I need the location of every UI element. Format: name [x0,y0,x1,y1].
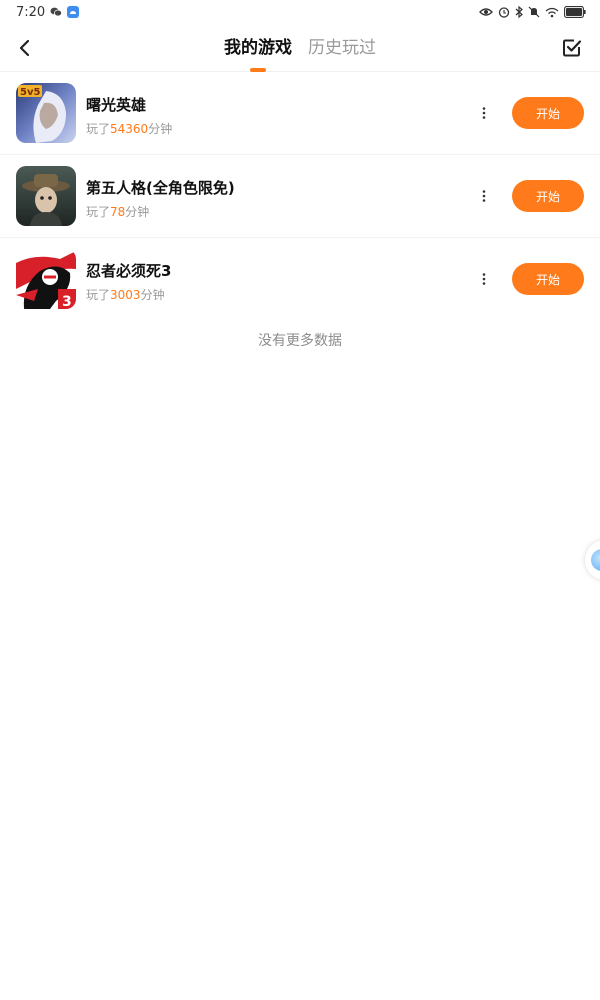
alarm-icon [498,6,510,18]
game-icon-ninja-must-die-3[interactable]: 3 [16,249,76,309]
more-vertical-icon [482,107,486,119]
bluetooth-icon [515,6,523,18]
play-time-prefix: 玩了 [86,288,111,302]
game-icon-identity-v[interactable] [16,166,76,226]
floating-assistant-button[interactable] [585,540,600,580]
play-time-unit: 分钟 [140,288,165,302]
manage-button[interactable] [560,36,584,60]
more-options-button[interactable] [474,103,494,123]
tab-my-games-label: 我的游戏 [224,38,292,58]
more-options-button[interactable] [474,186,494,206]
game-name: 忍者必须死3 [86,262,172,280]
start-button[interactable]: 开始 [512,97,584,129]
tab-my-games[interactable]: 我的游戏 [224,24,292,72]
no-more-data-text: 没有更多数据 [258,333,342,349]
status-bar: 7:20 [0,0,600,24]
game-name: 第五人格(全角色限免) [86,179,235,197]
play-time-unit: 分钟 [148,122,173,136]
game-row-identity-v[interactable]: 第五人格(全角色限免) 玩了78分钟 开始 [0,155,600,238]
play-time-unit: 分钟 [125,205,150,219]
svg-text:5v5: 5v5 [20,87,40,98]
game-row-shuguang-yingxiong[interactable]: 5v5 曙光英雄 玩了54360分钟 开始 [0,72,600,155]
battery-icon [564,6,586,18]
more-options-button[interactable] [474,269,494,289]
game-row-ninja-must-die-3[interactable]: 3 忍者必须死3 玩了3003分钟 开始 [0,238,600,321]
game-list: 5v5 曙光英雄 玩了54360分钟 开始 第五人格(全角色限免) 玩了78分钟… [0,72,600,321]
start-button[interactable]: 开始 [512,180,584,212]
more-vertical-icon [482,273,486,285]
play-time-prefix: 玩了 [86,205,111,219]
floating-ball-icon [591,549,600,571]
svg-text:3: 3 [62,294,72,309]
wechat-icon [50,7,63,17]
game-icon-shuguang-yingxiong[interactable]: 5v5 [16,83,76,143]
play-time-minutes: 78 [110,205,126,219]
status-time: 7:20 [16,4,46,20]
tab-history-played-label: 历史玩过 [308,38,376,58]
play-time: 玩了78分钟 [86,203,149,220]
play-time: 玩了54360分钟 [86,120,172,137]
wifi-icon [545,7,559,18]
top-navigation-bar: 我的游戏 历史玩过 [0,24,600,72]
play-time-prefix: 玩了 [86,122,111,136]
eye-icon [479,7,493,17]
play-time-minutes: 54360 [110,122,149,136]
start-button[interactable]: 开始 [512,263,584,295]
mute-bell-icon [528,6,540,18]
tab-bar: 我的游戏 历史玩过 [0,24,600,72]
checkbox-check-icon [563,39,582,57]
play-time-minutes: 3003 [110,288,141,302]
more-vertical-icon [482,190,486,202]
tab-history-played[interactable]: 历史玩过 [308,24,376,72]
game-name: 曙光英雄 [86,96,147,114]
play-time: 玩了3003分钟 [86,286,165,303]
cloud-app-icon [67,6,80,18]
